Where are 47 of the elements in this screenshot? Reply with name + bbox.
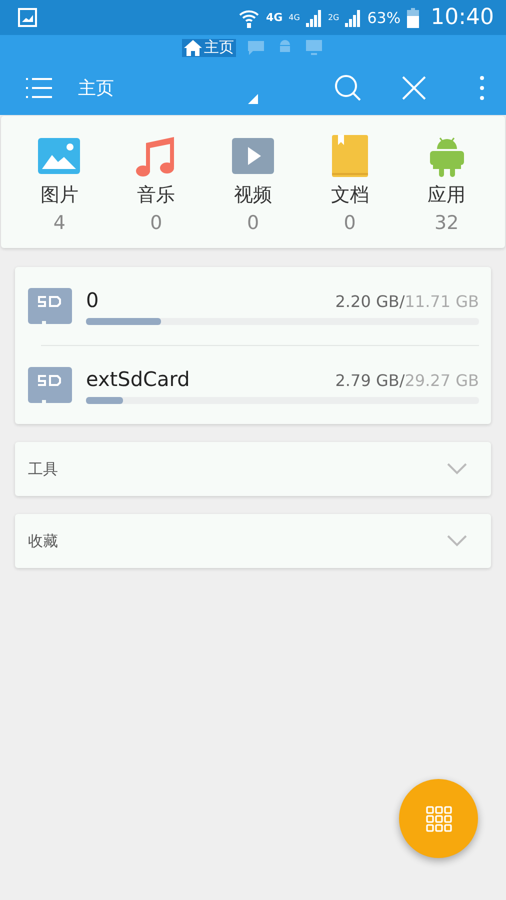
sim-label: 4G — [288, 13, 300, 22]
sd-card-icon — [28, 288, 72, 324]
category-label[interactable]: 图片 — [40, 182, 78, 208]
music-note-icon — [136, 135, 176, 177]
close-icon[interactable] — [402, 76, 426, 100]
category-label[interactable]: 文档 — [330, 182, 369, 208]
dropdown-corner-icon — [248, 94, 258, 104]
section-header[interactable]: 工具 — [15, 442, 491, 496]
image-icon — [38, 138, 80, 174]
gallery-notification-icon — [18, 8, 37, 27]
menu-icon[interactable] — [26, 76, 52, 98]
storage-name[interactable]: 0 — [86, 288, 99, 312]
signal-icon — [306, 8, 322, 26]
sd-card-icon — [28, 367, 72, 403]
category-label[interactable]: 音乐 — [137, 182, 176, 208]
category-count: 0 — [344, 212, 356, 234]
play-icon — [232, 138, 274, 174]
section-label: 收藏 — [28, 532, 58, 550]
sim-label: 2G — [328, 13, 340, 22]
clock: 10:40 — [430, 5, 494, 30]
chat-icon — [248, 40, 264, 54]
network-type: 4G — [266, 11, 283, 24]
book-icon — [332, 135, 368, 177]
category-count: 0 — [150, 212, 162, 234]
section-label: 工具 — [28, 460, 58, 478]
signal-icon — [345, 8, 362, 26]
battery-percent: 63% — [367, 8, 401, 26]
monitor-icon — [306, 40, 322, 55]
storage-usage: 2.79 GB/29.27 GB — [335, 370, 479, 390]
tab[interactable]: 主页 — [182, 38, 236, 56]
toolbar-title: 主页 — [78, 76, 114, 100]
fab-button[interactable] — [399, 779, 478, 858]
category-count: 4 — [53, 212, 66, 234]
storage-name[interactable]: extSdCard — [86, 366, 190, 390]
more-icon[interactable] — [480, 76, 484, 100]
category-count: 32 — [434, 212, 459, 234]
battery-icon — [406, 8, 419, 28]
tab[interactable] — [246, 38, 266, 56]
search-icon[interactable] — [334, 74, 362, 102]
category-label[interactable]: 应用 — [428, 182, 466, 208]
storage-usage: 2.20 GB/11.71 GB — [335, 292, 479, 310]
category-count: 0 — [246, 212, 260, 234]
tab[interactable] — [304, 38, 324, 56]
category-label[interactable]: 视频 — [234, 182, 272, 208]
home-icon — [184, 40, 202, 56]
section-header[interactable]: 收藏 — [15, 514, 491, 568]
grid-icon — [426, 806, 452, 832]
